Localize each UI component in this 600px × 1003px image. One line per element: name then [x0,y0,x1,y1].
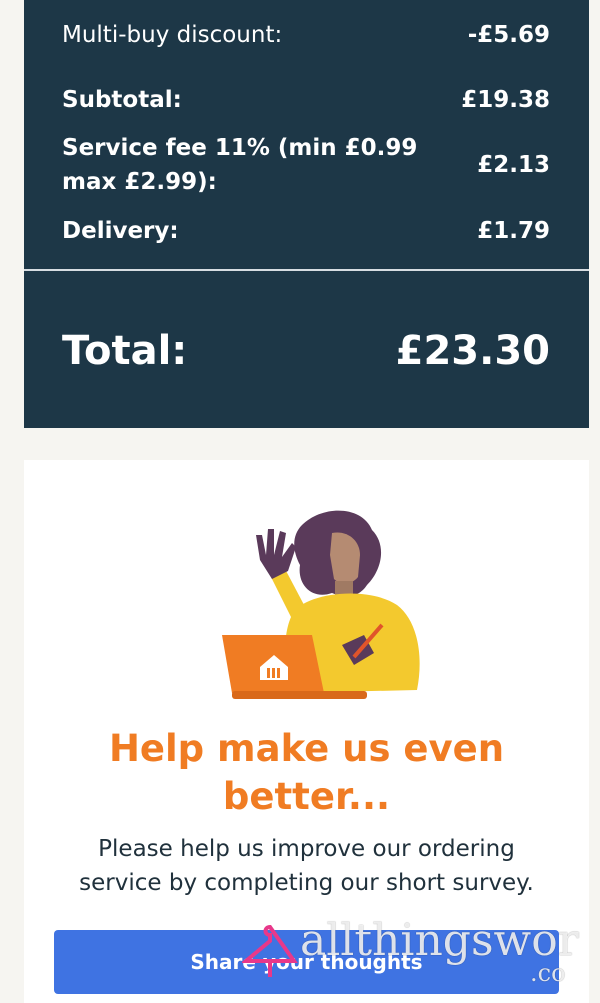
subtotal-row: Subtotal: £19.38 [62,83,550,117]
survey-title: Help make us even better... [108,727,505,818]
survey-card: Help make us even better... Please help … [24,460,589,1003]
survey-description: Please help us improve our ordering serv… [79,836,534,896]
total-label: Total: [62,328,188,374]
service-fee-value: £2.13 [477,152,550,178]
delivery-label: Delivery: [62,218,179,244]
share-thoughts-button[interactable]: Share your thoughts [54,930,559,994]
multibuy-discount-row: Multi-buy discount: -£5.69 [62,18,550,52]
service-fee-label: Service fee 11% (min £0.99 max £2.99): [62,135,418,195]
subtotal-value: £19.38 [461,87,550,113]
service-fee-row: Service fee 11% (min £0.99 max £2.99): £… [62,131,550,199]
subtotal-label: Subtotal: [62,87,182,113]
summary-divider [24,269,589,271]
delivery-row: Delivery: £1.79 [62,214,550,248]
total-row: Total: £23.30 [62,323,550,379]
order-summary-card: Multi-buy discount: -£5.69 Subtotal: £19… [24,0,589,428]
multibuy-discount-value: -£5.69 [467,22,550,48]
delivery-value: £1.79 [477,218,550,244]
total-value: £23.30 [395,328,550,374]
survey-illustration [222,510,420,699]
multibuy-discount-label: Multi-buy discount: [62,22,283,48]
